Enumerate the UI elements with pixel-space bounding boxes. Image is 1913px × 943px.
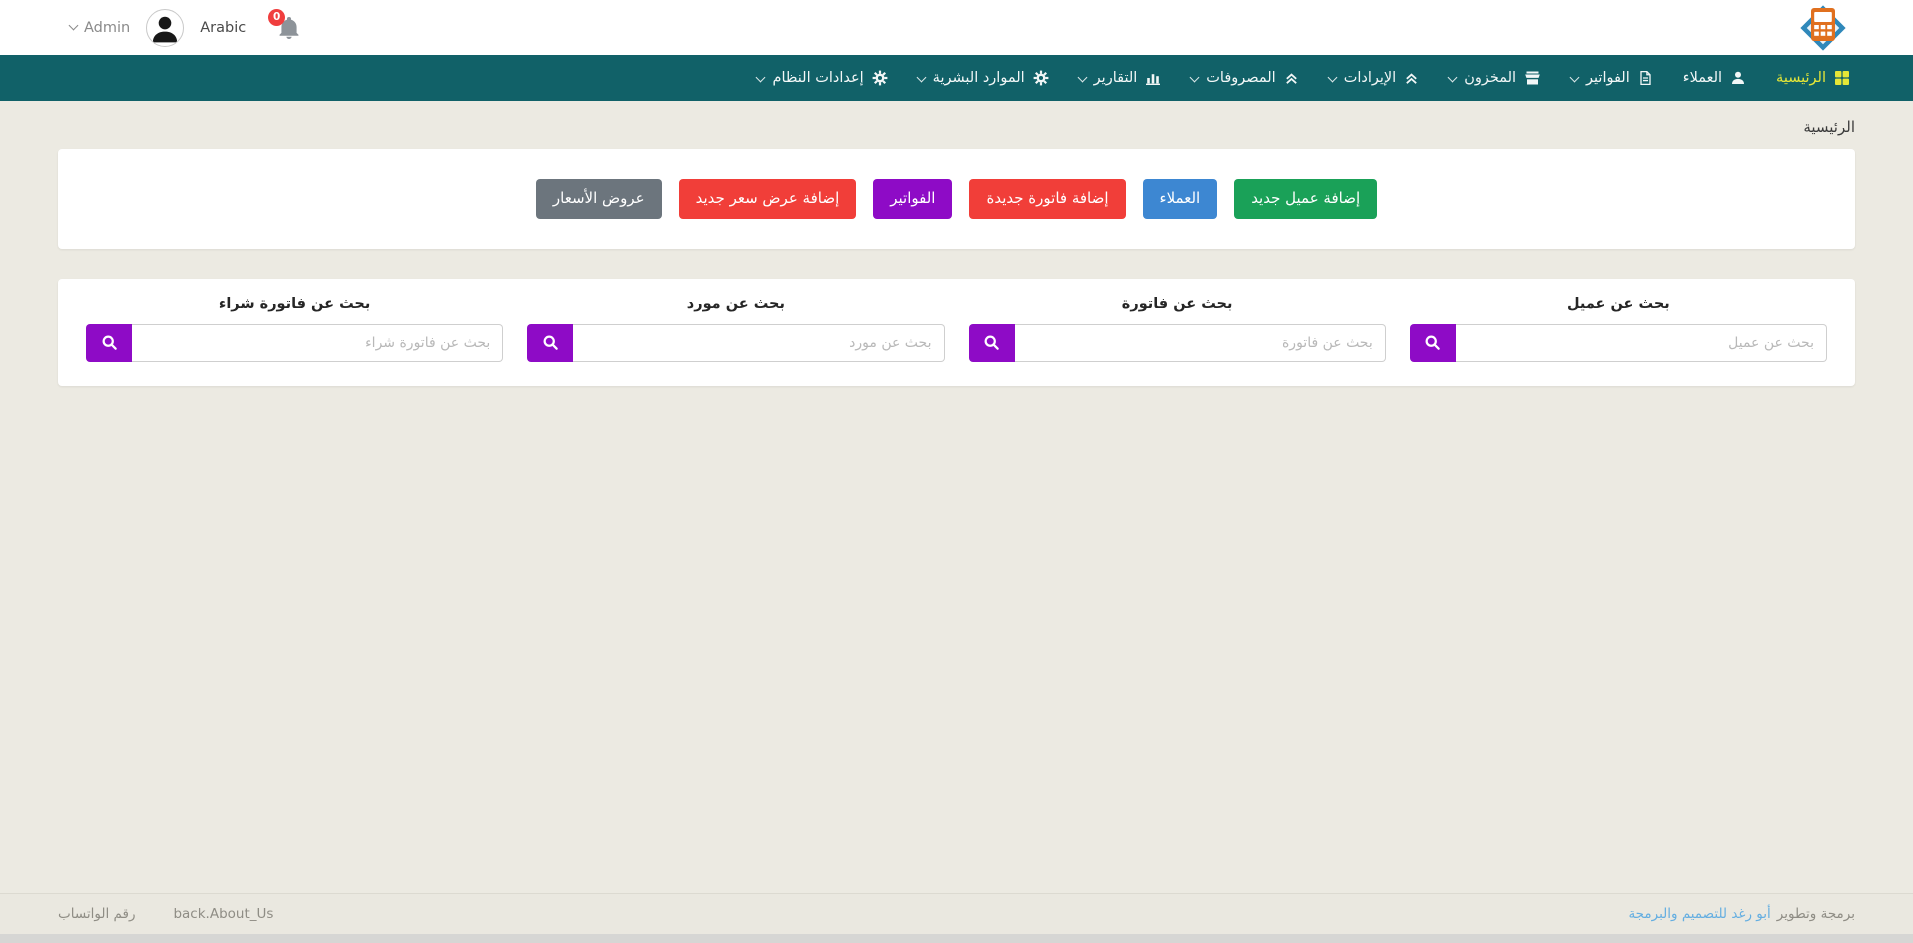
nav-item-hr[interactable]: الموارد البشرية (903, 55, 1064, 101)
search-invoice-button[interactable] (969, 324, 1015, 362)
customers-button[interactable]: العملاء (1143, 179, 1218, 219)
nav-item-system-settings[interactable]: إعدادات النظام (742, 55, 902, 101)
add-quotation-button[interactable]: إضافة عرض سعر جديد (679, 179, 857, 219)
nav-item-label: الإيرادات (1344, 70, 1397, 86)
whatsapp-number-link[interactable]: رقم الواتساب (58, 906, 135, 922)
nav-item-reports[interactable]: التقارير (1064, 55, 1177, 101)
nav-item-home[interactable]: الرئيسية (1761, 55, 1865, 101)
chevron-down-icon (1327, 72, 1337, 82)
language-switcher[interactable]: Arabic (200, 20, 246, 36)
search-customer-group (1410, 324, 1827, 362)
calculator-diamond-logo-icon (1791, 2, 1855, 54)
customers-icon (1730, 70, 1746, 86)
double-chevron-up-icon (1404, 71, 1419, 86)
developer-link[interactable]: أبو رغد للتصميم والبرمجة (1628, 906, 1770, 922)
main-navbar: الرئيسية العملاء الفواتير المخزون (0, 55, 1913, 101)
person-silhouette-icon (147, 10, 183, 46)
search-purchase-invoice-group (86, 324, 503, 362)
nav-item-expenses[interactable]: المصروفات (1176, 55, 1313, 101)
quotations-button[interactable]: عروض الأسعار (536, 179, 662, 219)
nav-item-invoices[interactable]: الفواتير (1556, 55, 1668, 101)
nav-item-label: التقارير (1094, 70, 1138, 86)
notifications-bell[interactable]: 0 (276, 15, 302, 41)
nav-item-inventory[interactable]: المخزون (1434, 55, 1556, 101)
search-supplier-label: بحث عن مورد (527, 296, 944, 312)
search-invoice-col: بحث عن فاتورة (969, 296, 1386, 362)
search-panel-card: بحث عن عميل بحث عن فاتورة (58, 279, 1855, 386)
search-invoice-group (969, 324, 1386, 362)
add-customer-button[interactable]: إضافة عميل جديد (1234, 179, 1377, 219)
bar-chart-icon (1145, 70, 1161, 86)
search-purchase-invoice-button[interactable] (86, 324, 132, 362)
nav-item-revenues[interactable]: الإيرادات (1314, 55, 1435, 101)
search-supplier-input[interactable] (573, 324, 944, 362)
search-icon (1424, 334, 1441, 351)
search-invoice-label: بحث عن فاتورة (969, 296, 1386, 312)
invoices-icon (1638, 70, 1653, 86)
chevron-down-icon (756, 72, 766, 82)
nav-item-label: الرئيسية (1776, 70, 1826, 86)
nav-item-label: المخزون (1464, 70, 1516, 86)
store-icon (1524, 70, 1541, 86)
chevron-down-icon (1077, 72, 1087, 82)
search-purchase-invoice-label: بحث عن فاتورة شراء (86, 296, 503, 312)
notification-count-badge: 0 (268, 9, 285, 26)
nav-item-label: إعدادات النظام (772, 70, 863, 86)
nav-item-label: العملاء (1683, 70, 1722, 86)
quick-actions-card: إضافة عميل جديد العملاء إضافة فاتورة جدي… (58, 149, 1855, 249)
credit-prefix: برمجة وتطوير (1777, 906, 1855, 922)
search-invoice-input[interactable] (1015, 324, 1386, 362)
footer: برمجة وتطوير أبو رغد للتصميم والبرمجة ba… (0, 893, 1913, 934)
nav-item-customers[interactable]: العملاء (1668, 55, 1761, 101)
add-invoice-button[interactable]: إضافة فاتورة جديدة (969, 179, 1125, 219)
search-icon (983, 334, 1000, 351)
about-us-link[interactable]: back.About_Us (173, 906, 273, 922)
nav-item-label: المصروفات (1206, 70, 1275, 86)
admin-label: Admin (84, 20, 130, 36)
main-content: الرئيسية إضافة عميل جديد العملاء إضافة ف… (0, 101, 1913, 893)
app-logo[interactable] (1791, 2, 1855, 54)
invoices-button[interactable]: الفواتير (873, 179, 952, 219)
search-supplier-button[interactable] (527, 324, 573, 362)
gear-icon (872, 70, 888, 86)
search-supplier-group (527, 324, 944, 362)
chevron-down-icon (1190, 72, 1200, 82)
search-purchase-invoice-col: بحث عن فاتورة شراء (86, 296, 503, 362)
chevron-down-icon (69, 21, 79, 31)
page: 0 Arabic Admin الرئيسية (0, 0, 1913, 943)
search-icon (101, 334, 118, 351)
bottom-strip (0, 934, 1913, 943)
footer-credit: برمجة وتطوير أبو رغد للتصميم والبرمجة (1628, 906, 1855, 922)
footer-links: back.About_Us رقم الواتساب (58, 906, 273, 922)
search-icon (542, 334, 559, 351)
search-customer-input[interactable] (1456, 324, 1827, 362)
admin-dropdown[interactable]: Admin (70, 20, 130, 36)
search-customer-label: بحث عن عميل (1410, 296, 1827, 312)
nav-item-label: الموارد البشرية (933, 70, 1025, 86)
gear-icon (1033, 70, 1049, 86)
search-purchase-invoice-input[interactable] (132, 324, 503, 362)
search-supplier-col: بحث عن مورد (527, 296, 944, 362)
double-chevron-up-icon (1284, 71, 1299, 86)
chevron-down-icon (1448, 72, 1458, 82)
user-area: 0 Arabic Admin (70, 9, 302, 47)
page-title: الرئيسية (0, 101, 1913, 136)
top-bar: 0 Arabic Admin (0, 0, 1913, 55)
search-customer-button[interactable] (1410, 324, 1456, 362)
search-customer-col: بحث عن عميل (1410, 296, 1827, 362)
chevron-down-icon (916, 72, 926, 82)
user-avatar[interactable] (146, 9, 184, 47)
chevron-down-icon (1570, 72, 1580, 82)
nav-item-label: الفواتير (1586, 70, 1630, 86)
dashboard-icon (1834, 70, 1850, 86)
